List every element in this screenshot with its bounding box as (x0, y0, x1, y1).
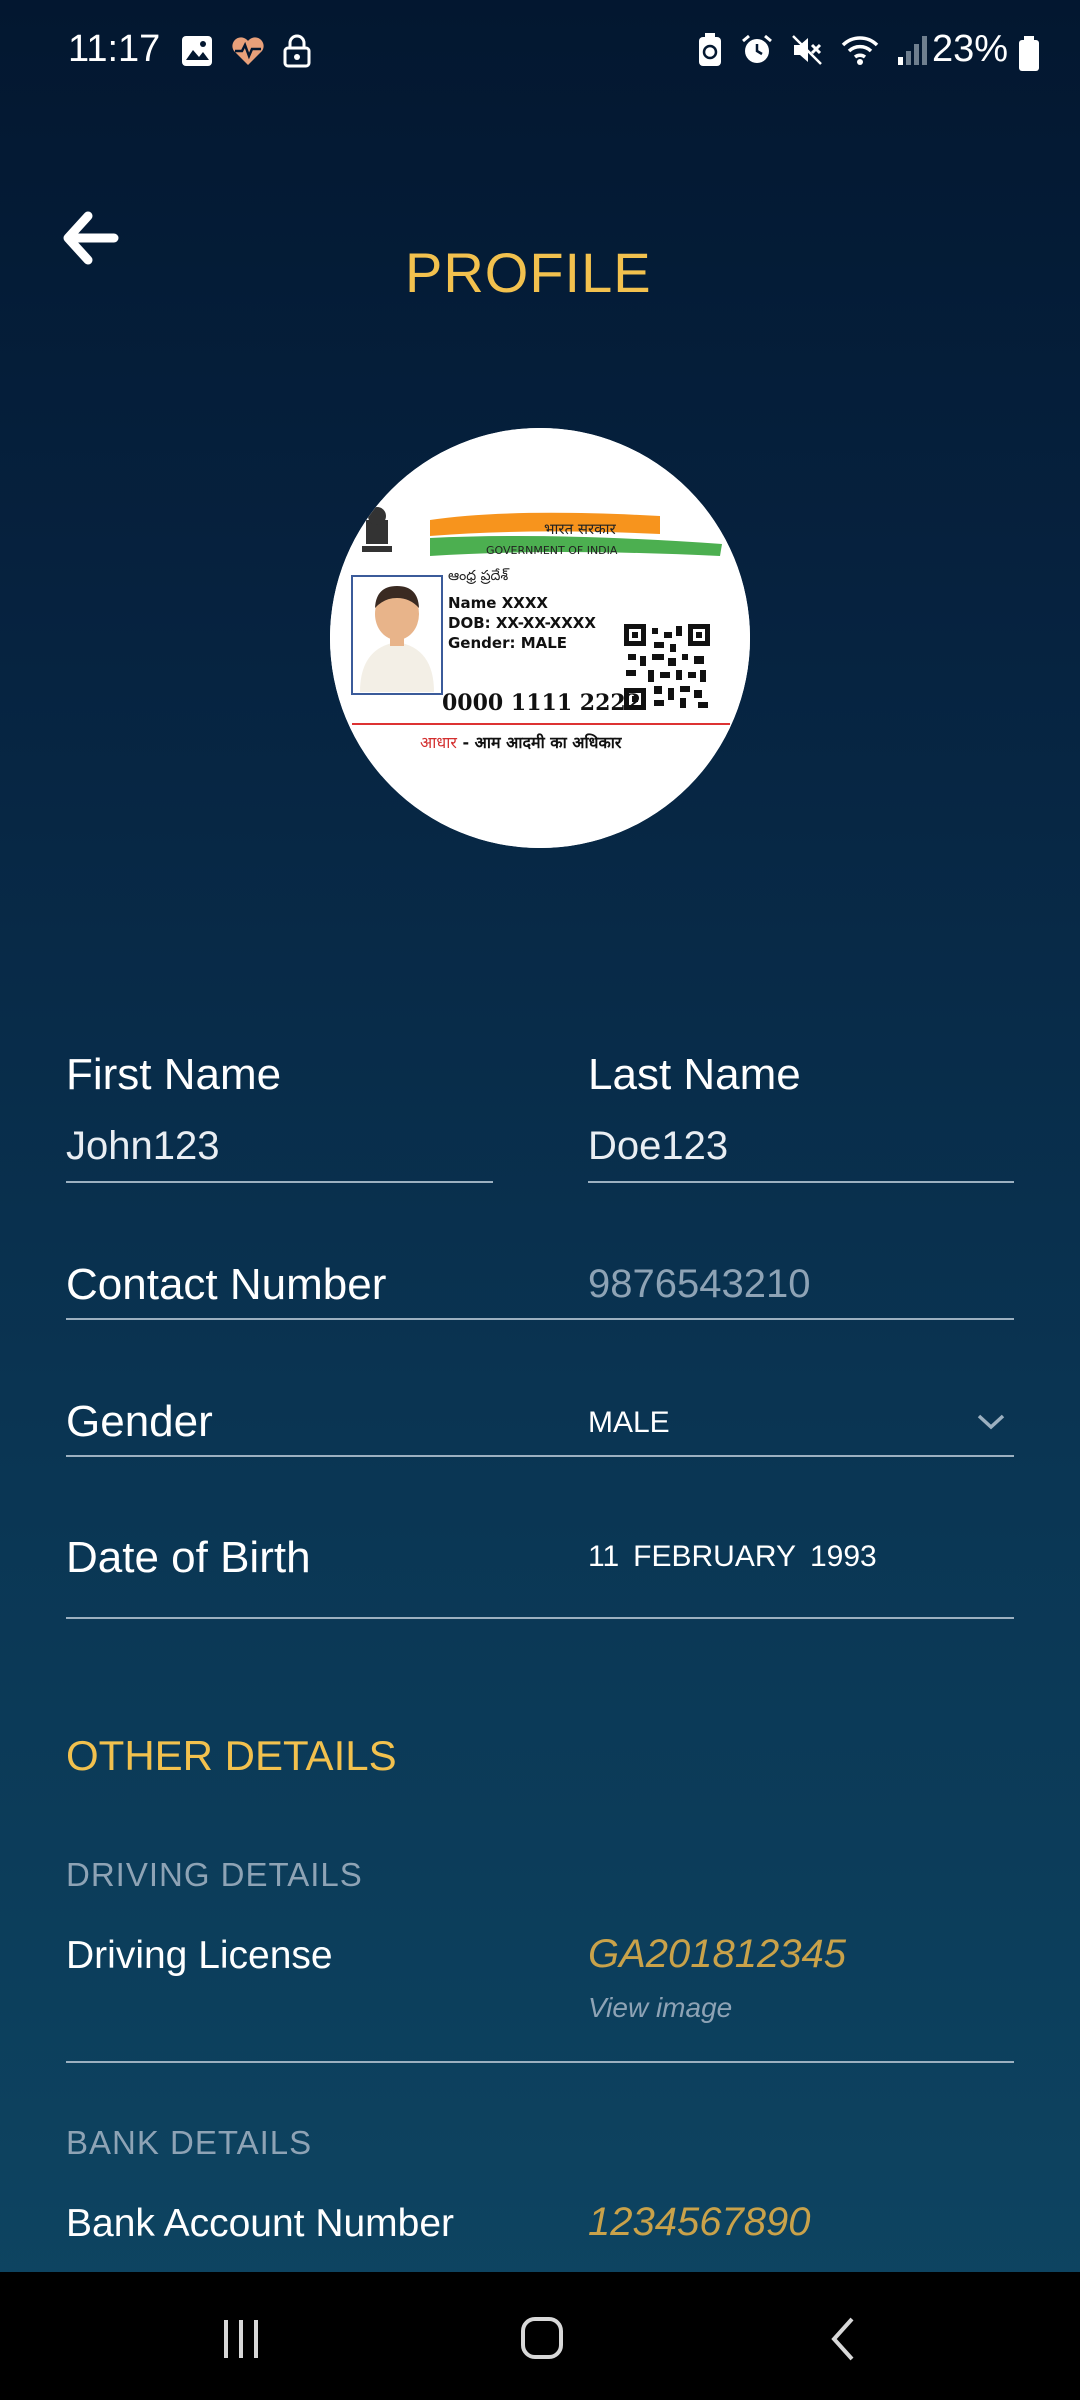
home-button[interactable] (520, 2316, 564, 2360)
health-icon (232, 37, 264, 65)
battery-saver-icon (699, 33, 721, 66)
card-gender: Gender: MALE (448, 634, 567, 652)
back-button[interactable] (60, 210, 130, 270)
arrow-left-icon (63, 211, 119, 265)
id-card-image: भारत सरकार GOVERNMENT OF INDIA ఆంధ్ర ప్ర… (330, 428, 750, 848)
status-right-icons (696, 32, 930, 68)
dob-label: Date of Birth (66, 1533, 311, 1582)
nav-back-button[interactable] (828, 2316, 858, 2362)
gender-selected-value: MALE (588, 1406, 670, 1439)
mute-icon (792, 35, 822, 65)
chevron-down-icon (977, 1414, 1005, 1430)
card-number: 0000 1111 2222 (442, 690, 641, 716)
bank-details-header: BANK DETAILS (66, 2124, 313, 2161)
govt-hindi: भारत सरकार (544, 520, 617, 538)
driving-details-header: DRIVING DETAILS (66, 1856, 363, 1893)
other-details-title: OTHER DETAILS (66, 1732, 397, 1779)
system-nav-bar (0, 2272, 1080, 2400)
card-name: Name XXXX (448, 594, 548, 612)
battery-icon (1019, 36, 1039, 71)
dob-picker[interactable]: 11 FEBRUARY 1993 (588, 1540, 877, 1574)
driving-license-label: Driving License (66, 1934, 333, 1977)
dob-year[interactable]: 1993 (810, 1540, 877, 1574)
card-footer-red: आधार (420, 733, 457, 752)
card-footer-black: - आम आदमी का अधिकार (457, 733, 623, 752)
image-icon (182, 36, 212, 66)
page-title: PROFILE (405, 241, 652, 304)
last-name-underline (588, 1181, 1014, 1183)
contact-number-input[interactable]: 9876543210 (588, 1262, 810, 1307)
status-time: 11:17 (68, 28, 161, 70)
view-image-link[interactable]: View image (588, 1992, 732, 2024)
gender-underline (66, 1455, 1014, 1457)
card-dob: DOB: XX-XX-XXXX (448, 614, 596, 632)
first-name-underline (66, 1181, 493, 1183)
person-photo (351, 575, 443, 695)
contact-number-label: Contact Number (66, 1260, 387, 1309)
battery-percent: 23% (931, 28, 1008, 70)
recent-apps-button[interactable] (220, 2318, 262, 2360)
bank-account-value: 1234567890 (588, 2200, 811, 2244)
dob-month[interactable]: FEBRUARY (633, 1540, 796, 1574)
dob-underline (66, 1617, 1014, 1619)
gender-label: Gender (66, 1397, 213, 1446)
profile-photo[interactable]: भारत सरकार GOVERNMENT OF INDIA ఆంధ్ర ప్ర… (330, 428, 750, 848)
first-name-input[interactable]: John123 (66, 1124, 219, 1169)
last-name-label: Last Name (588, 1050, 801, 1099)
alarm-icon (742, 34, 772, 63)
status-bar: 11:17 23% (0, 0, 1080, 110)
bank-account-label: Bank Account Number (66, 2202, 455, 2245)
driving-license-value: GA201812345 (588, 1932, 847, 1976)
wifi-icon (841, 36, 879, 65)
govt-english: GOVERNMENT OF INDIA (486, 544, 618, 557)
status-left-icons (180, 34, 312, 68)
driving-underline (66, 2061, 1014, 2063)
first-name-label: First Name (66, 1050, 282, 1099)
contact-underline (66, 1318, 1014, 1320)
card-footer: आधार - आम आदमी का अधिकार (420, 733, 623, 752)
dob-day[interactable]: 11 (588, 1540, 619, 1574)
lock-icon (283, 34, 311, 68)
gender-select[interactable]: MALE (588, 1400, 1014, 1450)
signal-icon (898, 36, 927, 65)
state-name: ఆంధ్ర ప్రదేశ్ (448, 568, 509, 584)
last-name-input[interactable]: Doe123 (588, 1124, 728, 1169)
